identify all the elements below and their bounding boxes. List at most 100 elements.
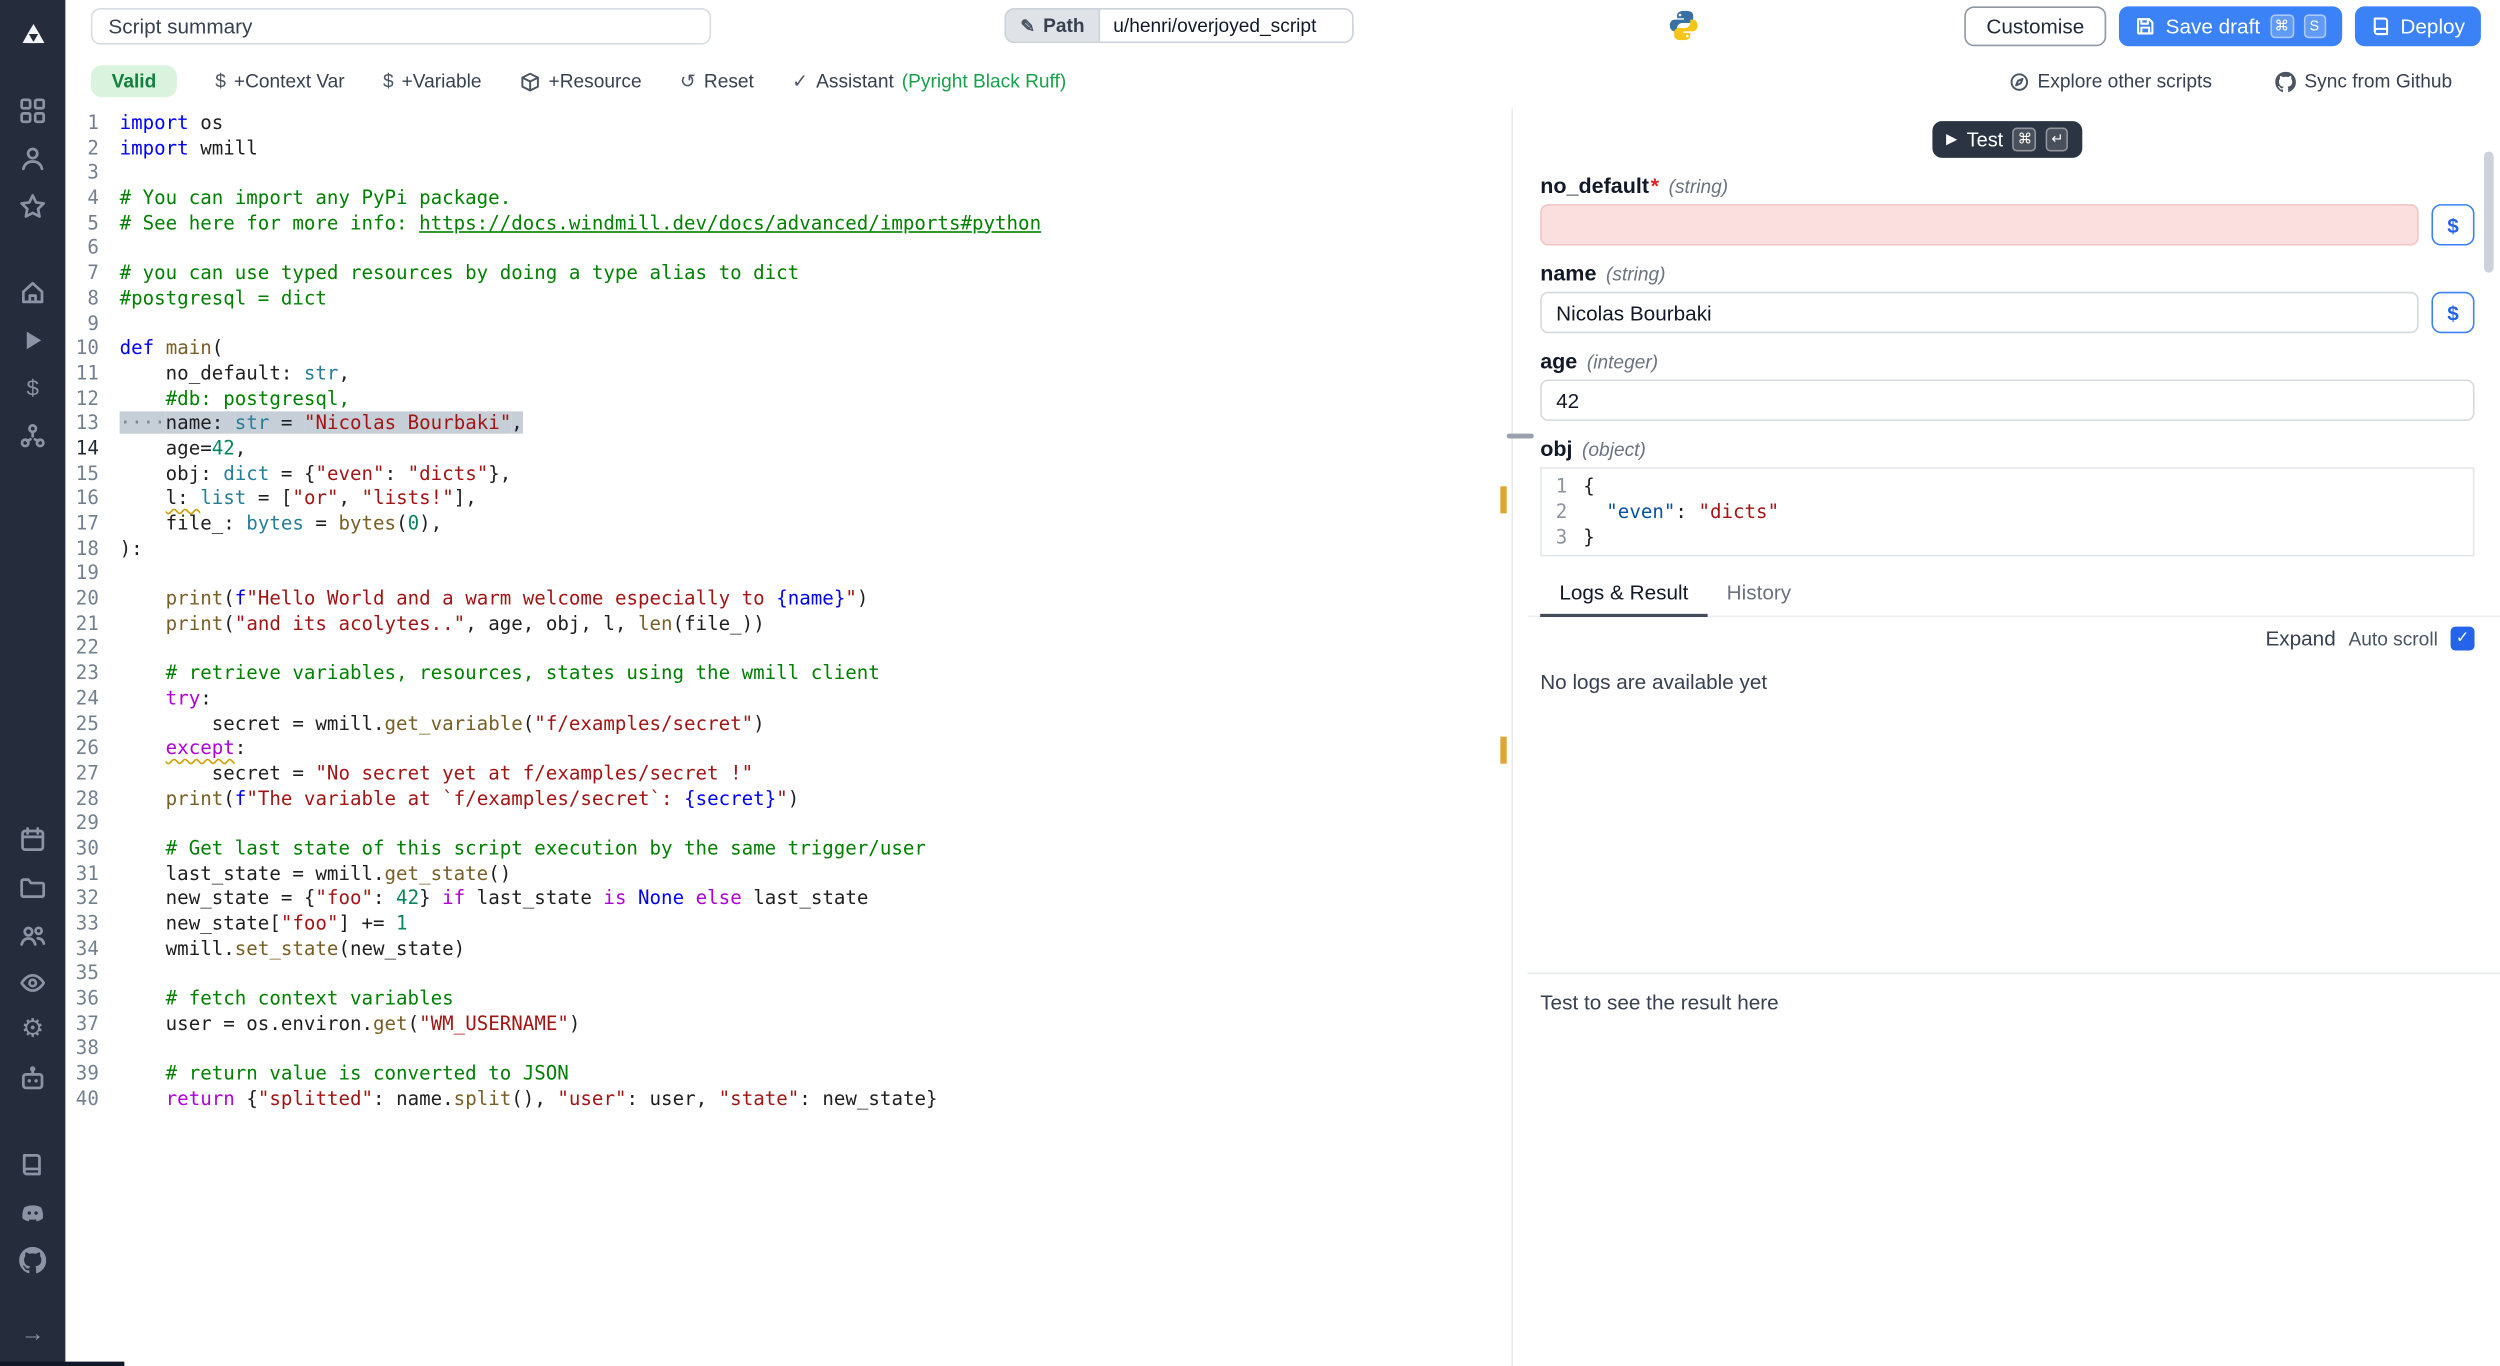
insert-variable-button[interactable]: $ <box>2431 292 2474 333</box>
field-label: obj <box>1540 437 1572 461</box>
save-draft-button[interactable]: Save draft ⌘ S <box>2119 6 2341 46</box>
code-line[interactable] <box>120 637 1512 662</box>
customise-button[interactable]: Customise <box>1964 6 2107 46</box>
line-number: 17 <box>65 512 119 537</box>
name-input[interactable] <box>1540 292 2419 333</box>
code-line[interactable] <box>120 162 1512 187</box>
home-icon[interactable] <box>0 268 65 316</box>
code-line[interactable] <box>120 312 1512 337</box>
code-line[interactable]: ····name: str = "Nicolas Bourbaki", <box>120 412 1512 437</box>
add-context-var-button[interactable]: $ +Context Var <box>215 70 344 92</box>
discord-icon[interactable] <box>0 1188 65 1236</box>
panel-splitter[interactable] <box>1511 108 1527 1366</box>
code-line[interactable]: import wmill <box>120 137 1512 162</box>
code-line[interactable]: # retrieve variables, resources, states … <box>120 662 1512 687</box>
github-icon[interactable] <box>0 1236 65 1284</box>
code-line[interactable]: # See here for more info: https://docs.w… <box>120 212 1512 237</box>
result-divider <box>1527 973 2500 975</box>
editor-toolbar: Valid $ +Context Var $ +Variable +Resour… <box>65 54 2500 108</box>
workers-robot-icon[interactable] <box>0 1054 65 1102</box>
code-line[interactable]: secret = wmill.get_variable("f/examples/… <box>120 712 1512 737</box>
docs-book-icon[interactable] <box>0 1140 65 1188</box>
resources-hub-icon[interactable] <box>0 411 65 459</box>
user-icon[interactable] <box>0 134 65 182</box>
script-summary-input[interactable] <box>91 8 711 45</box>
schedules-calendar-icon[interactable] <box>0 815 65 863</box>
code-line[interactable]: new_state["foo"] += 1 <box>120 912 1512 937</box>
expand-button[interactable]: Expand <box>2265 627 2335 651</box>
code-line[interactable] <box>120 812 1512 837</box>
code-line[interactable]: wmill.set_state(new_state) <box>120 937 1512 962</box>
code-line[interactable]: obj: dict = {"even": "dicts"}, <box>120 462 1512 487</box>
code-line[interactable]: # you can use typed resources by doing a… <box>120 262 1512 287</box>
star-icon[interactable] <box>0 182 65 230</box>
code-line[interactable]: print(f"The variable at `f/examples/secr… <box>120 787 1512 812</box>
line-number: 21 <box>65 612 119 637</box>
code-line[interactable]: return {"splitted": name.split(), "user"… <box>120 1087 1512 1112</box>
settings-gear-icon[interactable]: ⚙ <box>0 1006 65 1054</box>
add-variable-button[interactable]: $ +Variable <box>383 70 482 92</box>
insert-variable-button[interactable]: $ <box>2431 204 2474 245</box>
code-line[interactable]: # Get last state of this script executio… <box>120 837 1512 862</box>
run-panel: ▶ Test ⌘ ↵ no_default* (string) $ <box>1527 108 2500 1366</box>
age-input[interactable] <box>1540 379 2474 420</box>
code-line[interactable]: except: <box>120 737 1512 762</box>
code-line[interactable]: try: <box>120 687 1512 712</box>
collapse-arrow-icon[interactable]: → <box>0 1309 65 1357</box>
path-button[interactable]: ✎ Path <box>1004 8 1098 43</box>
code-line[interactable] <box>120 962 1512 987</box>
json-line: "even": "dicts" <box>1583 499 1779 525</box>
code-line[interactable]: import os <box>120 112 1512 137</box>
tab-logs-result[interactable]: Logs & Result <box>1540 572 1707 617</box>
code-line[interactable]: # fetch context variables <box>120 987 1512 1012</box>
reset-button[interactable]: ↺ Reset <box>680 70 754 92</box>
code-editor[interactable]: 1234567891011121314151617181920212223242… <box>65 108 1511 1366</box>
tab-history[interactable]: History <box>1708 572 1811 615</box>
code-line[interactable]: print(f"Hello World and a warm welcome e… <box>120 587 1512 612</box>
code-line[interactable] <box>120 237 1512 262</box>
auto-scroll-checkbox[interactable]: ✓ <box>2451 627 2475 651</box>
code-line[interactable]: file_: bytes = bytes(0), <box>120 512 1512 537</box>
code-line[interactable]: #postgresql = dict <box>120 287 1512 312</box>
variables-dollar-icon[interactable]: $ <box>0 364 65 412</box>
code-line[interactable]: def main( <box>120 337 1512 362</box>
code-line[interactable]: # return value is converted to JSON <box>120 1062 1512 1087</box>
apps-grid-icon[interactable] <box>0 86 65 134</box>
audit-eye-icon[interactable] <box>0 958 65 1006</box>
code-line[interactable]: secret = "No secret yet at f/examples/se… <box>120 762 1512 787</box>
windmill-logo[interactable] <box>0 13 65 61</box>
code-line[interactable]: # You can import any PyPi package. <box>120 187 1512 212</box>
add-resource-button[interactable]: +Resource <box>520 70 642 92</box>
json-line: } <box>1583 525 1595 551</box>
assistant-button[interactable]: ✓ Assistant (Pyright Black Ruff) <box>792 70 1066 92</box>
line-number: 1 <box>65 112 119 137</box>
line-number: 35 <box>65 962 119 987</box>
code-line[interactable]: print("and its acolytes..", age, obj, l,… <box>120 612 1512 637</box>
folders-icon[interactable] <box>0 863 65 911</box>
line-number: 11 <box>65 362 119 387</box>
runs-play-icon[interactable] <box>0 316 65 364</box>
code-line[interactable] <box>120 562 1512 587</box>
code-line[interactable]: age=42, <box>120 437 1512 462</box>
enter-key-badge: ↵ <box>2046 128 2068 152</box>
no-default-input[interactable] <box>1540 204 2419 245</box>
code-line[interactable]: last_state = wmill.get_state() <box>120 862 1512 887</box>
deploy-button[interactable]: Deploy <box>2354 6 2481 46</box>
line-number: 39 <box>65 1062 119 1087</box>
code-line[interactable]: ): <box>120 537 1512 562</box>
sync-github-button[interactable]: Sync from Github <box>2276 70 2453 92</box>
scrollbar-thumb[interactable] <box>2484 151 2494 272</box>
code-lines[interactable]: import osimport wmill # You can import an… <box>120 108 1512 1366</box>
path-input[interactable] <box>1099 8 1354 43</box>
code-line[interactable]: new_state = {"foo": 42} if last_state is… <box>120 887 1512 912</box>
code-line[interactable]: l: list = ["or", "lists!"], <box>120 487 1512 512</box>
obj-json-editor[interactable]: 1 { 2 "even": "dicts" 3 } <box>1540 467 2474 556</box>
explore-scripts-button[interactable]: Explore other scripts <box>2009 70 2212 92</box>
code-line[interactable]: #db: postgresql, <box>120 387 1512 412</box>
code-line[interactable] <box>120 1037 1512 1062</box>
code-line[interactable]: user = os.environ.get("WM_USERNAME") <box>120 1012 1512 1037</box>
line-number: 14 <box>65 437 119 462</box>
test-button[interactable]: ▶ Test ⌘ ↵ <box>1932 121 2083 158</box>
groups-users-icon[interactable] <box>0 910 65 958</box>
code-line[interactable]: no_default: str, <box>120 362 1512 387</box>
